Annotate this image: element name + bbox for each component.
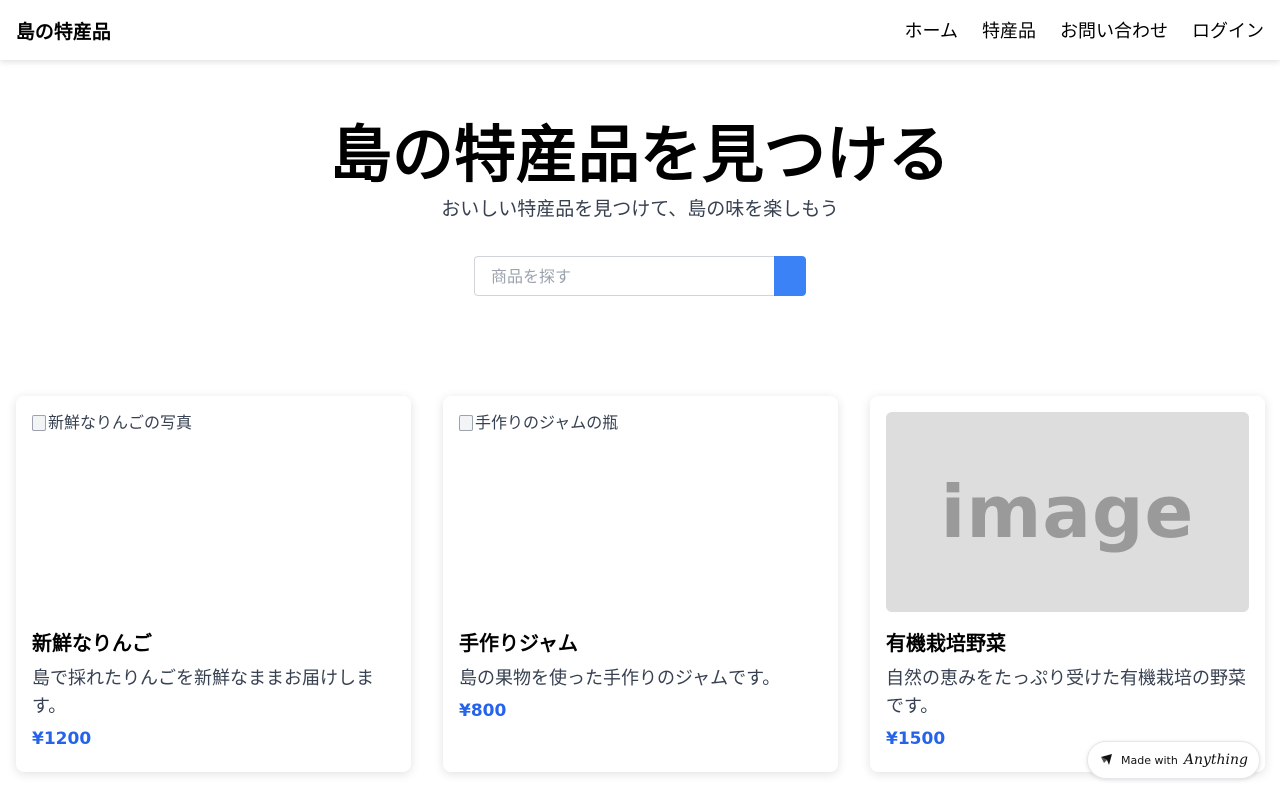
product-price: ¥800 [459, 701, 507, 721]
image-alt-text: 手作りのジャムの瓶 [475, 413, 619, 432]
product-price: ¥1200 [32, 729, 92, 749]
nav-link-contact[interactable]: お問い合わせ [1060, 17, 1168, 43]
broken-image-icon [459, 415, 473, 431]
product-image-placeholder: image [886, 412, 1249, 612]
nav-links: ホーム 特産品 お問い合わせ ログイン [905, 17, 1264, 43]
made-with-badge[interactable]: Made with Anything [1087, 741, 1260, 779]
badge-brand: Anything [1183, 752, 1248, 768]
nav-link-products[interactable]: 特産品 [982, 17, 1036, 43]
search-button[interactable] [774, 256, 806, 296]
product-description: 島の果物を使った手作りのジャムです。 [459, 668, 781, 689]
product-card[interactable]: 手作りのジャムの瓶 手作りジャム 島の果物を使った手作りのジャムです。 ¥800 [443, 396, 838, 772]
placeholder-image-label: image [940, 470, 1195, 554]
product-card[interactable]: image 有機栽培野菜 自然の恵みをたっぷり受けた有機栽培の野菜です。 ¥15… [870, 396, 1265, 772]
site-brand[interactable]: 島の特産品 [16, 17, 111, 44]
product-description: 島で採れたりんごを新鮮なままお届けします。 [32, 668, 374, 717]
hero-section: 島の特産品を見つける おいしい特産品を見つけて、島の味を楽しもう [0, 60, 1280, 296]
search-input[interactable] [474, 256, 774, 296]
broken-image-icon [32, 415, 46, 431]
nav-link-login[interactable]: ログイン [1192, 17, 1264, 43]
product-title: 新鮮なりんご [32, 631, 152, 655]
badge-prefix: Made with [1121, 753, 1178, 767]
product-image: 手作りのジャムの瓶 [459, 412, 822, 612]
product-description: 自然の恵みをたっぷり受けた有機栽培の野菜です。 [886, 668, 1246, 717]
anything-logo-icon [1101, 754, 1113, 765]
product-title: 有機栽培野菜 [886, 631, 1006, 655]
image-alt-text: 新鮮なりんごの写真 [48, 413, 193, 432]
product-list: 新鮮なりんごの写真 新鮮なりんご 島で採れたりんごを新鮮なままお届けします。 ¥… [16, 396, 1265, 772]
nav-link-home[interactable]: ホーム [905, 17, 958, 43]
product-image: 新鮮なりんごの写真 [32, 412, 395, 612]
search-bar [474, 256, 806, 296]
top-navbar: 島の特産品 ホーム 特産品 お問い合わせ ログイン [0, 0, 1280, 60]
product-card[interactable]: 新鮮なりんごの写真 新鮮なりんご 島で採れたりんごを新鮮なままお届けします。 ¥… [16, 396, 411, 772]
hero-subtitle: おいしい特産品を見つけて、島の味を楽しもう [441, 198, 839, 220]
product-title: 手作りジャム [459, 631, 578, 655]
hero-title: 島の特産品を見つける [329, 118, 950, 191]
